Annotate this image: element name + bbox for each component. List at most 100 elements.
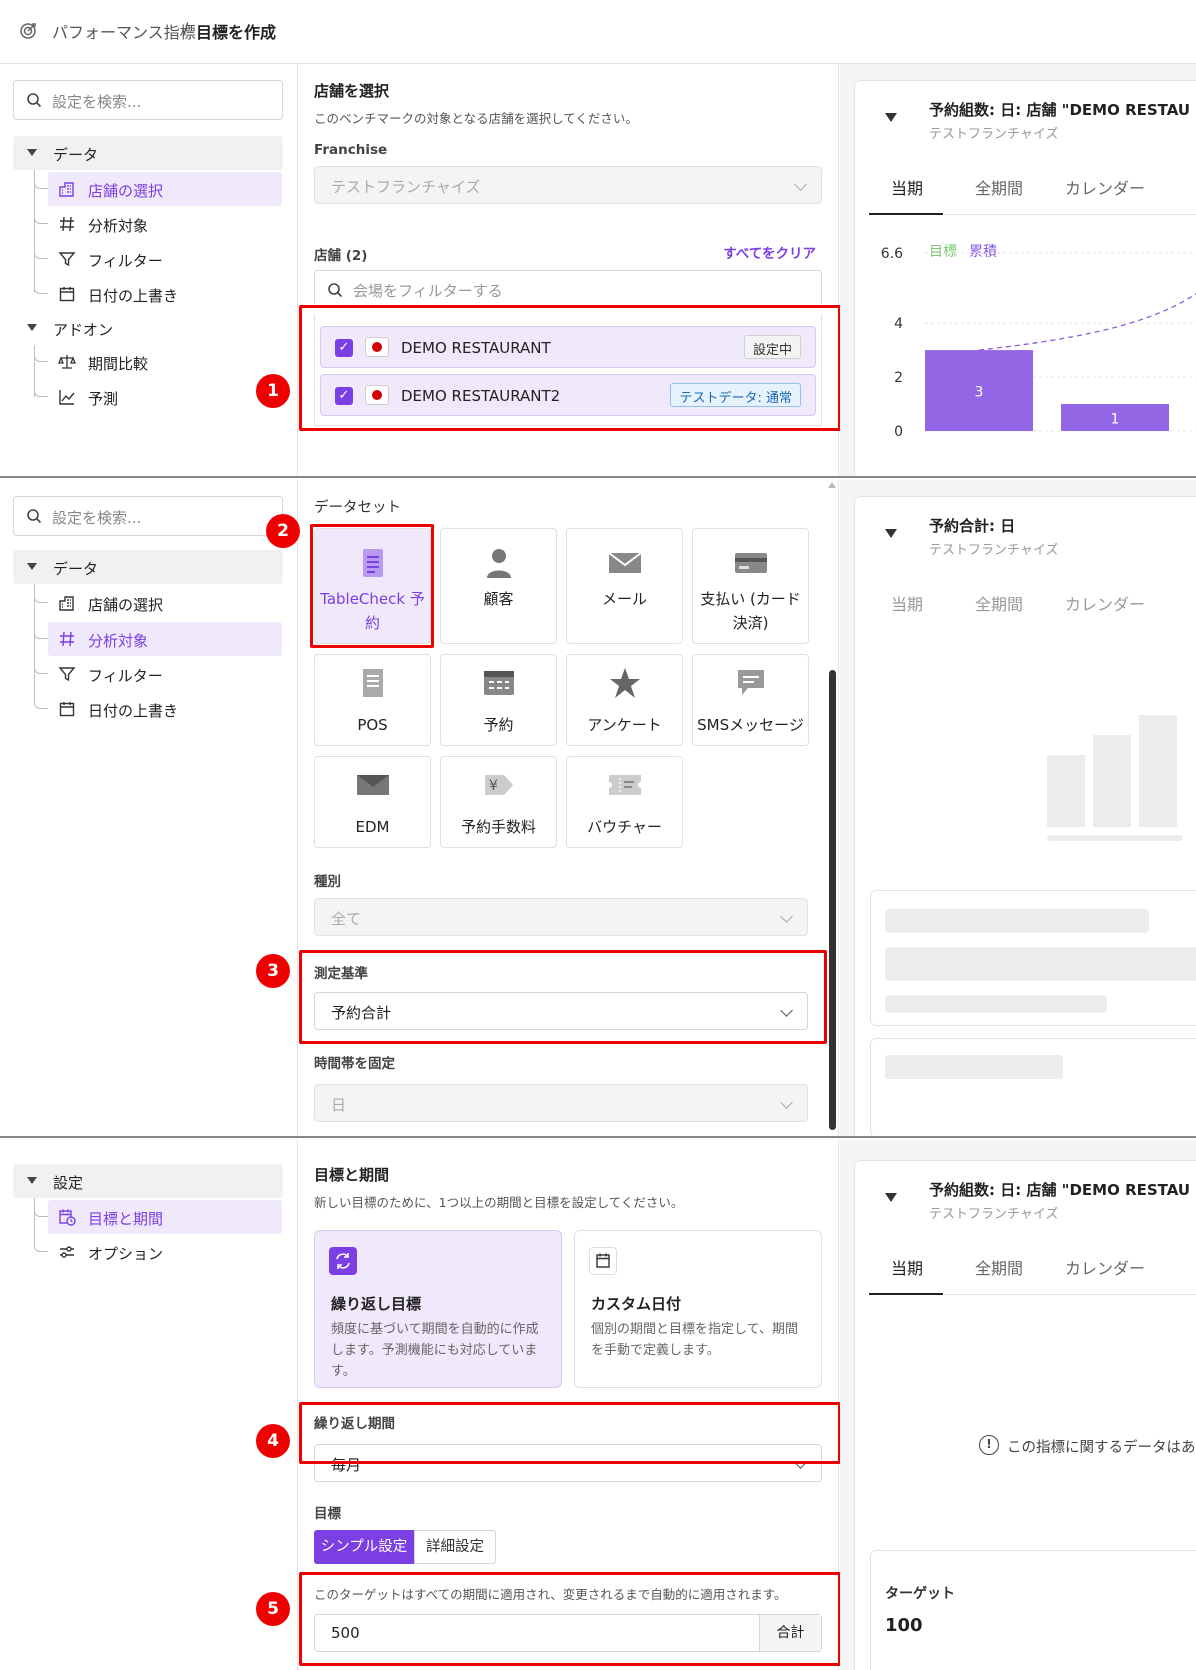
sidebar-item-goal-period[interactable]: 目標と期間 [34, 1200, 282, 1234]
dataset-tile-fee[interactable]: ¥ 予約手数料 [440, 756, 557, 848]
timeframe-label: 時間帯を固定 [314, 1056, 395, 1072]
tile-label: 予約手数料 [460, 818, 536, 836]
tile-label: 顧客 [483, 590, 514, 608]
sidebar-item-store-select[interactable]: 店舗の選択 [34, 172, 282, 206]
caret-down-icon [27, 1177, 37, 1184]
y-tick-label: 0 [894, 424, 903, 440]
line-chart-icon [59, 390, 75, 405]
sidebar-item-forecast[interactable]: 予測 [34, 380, 282, 414]
sidebar: 設定を検索... データ 店舗の選択 分析対象 フィルター 日付の上書き アドオ… [0, 64, 298, 476]
y-tick-label: 4 [894, 316, 903, 332]
section-description: 新しい目標のために、1つ以上の期間と目標を設定してください。 [314, 1195, 684, 1210]
option-card-custom[interactable]: カスタム日付 個別の期間と目標を指定して、期間を手動で定義します。 [574, 1230, 822, 1388]
franchise-value: テストフランチャイズ [331, 178, 481, 196]
tab-calendar[interactable]: カレンダー [1065, 1255, 1145, 1279]
dataset-tile-customer[interactable]: 顧客 [440, 528, 557, 644]
tab-simple-settings[interactable]: シンプル設定 [314, 1530, 414, 1564]
sidebar-item-options[interactable]: オプション [34, 1235, 282, 1269]
sidebar-item-store-select[interactable]: 店舗の選択 [34, 586, 282, 620]
dataset-tile-pos[interactable]: POS [314, 654, 431, 746]
sidebar-group-data[interactable]: データ [13, 136, 283, 170]
dataset-tile-reservation[interactable]: 予約 [440, 654, 557, 746]
dataset-tile-sms[interactable]: SMSメッセージ [692, 654, 809, 746]
timeframe-select[interactable]: 日 [314, 1084, 808, 1122]
clear-all-link[interactable]: すべてをクリア [723, 242, 816, 262]
settings-search-input[interactable]: 設定を検索... [13, 496, 283, 536]
y-tick-label: 2 [894, 370, 903, 386]
tab-calendar[interactable]: カレンダー [1065, 591, 1145, 615]
calendar-clock-icon [59, 1209, 76, 1226]
tab-current[interactable]: 当期 [891, 591, 923, 615]
panel-goal: 設定 目標と期間 オプション 目標と期間 新しい目標のために、1つ以上の期間と目… [0, 1140, 1196, 1670]
dataset-tile-mail[interactable]: メール [566, 528, 683, 644]
search-placeholder: 設定を検索... [52, 93, 142, 111]
price-tag-icon: ¥ [484, 775, 513, 795]
group-label: 設定 [53, 1174, 84, 1192]
sidebar-item-date-override[interactable]: 日付の上書き [34, 692, 282, 726]
preview-panel: 予約合計: 日 テストフランチャイズ 当期 全期間 カレンダー [840, 480, 1196, 1136]
franchise-label: Franchise [314, 142, 388, 158]
bar-label: 1 [1111, 412, 1120, 428]
franchise-select[interactable]: テストフランチャイズ [314, 166, 822, 204]
placeholder-bar [1047, 755, 1085, 827]
sidebar-group-settings[interactable]: 設定 [13, 1164, 283, 1198]
type-value: 全て [331, 910, 362, 928]
repeat-icon [329, 1247, 357, 1275]
item-label: 期間比較 [88, 355, 149, 373]
target-icon [20, 23, 36, 39]
dataset-tile-survey[interactable]: アンケート [566, 654, 683, 746]
caret-down-icon [27, 563, 37, 570]
scrollbar-thumb[interactable] [829, 670, 836, 1130]
dataset-tile-edm[interactable]: EDM [314, 756, 431, 848]
tab-indicator [869, 213, 943, 215]
tab-current[interactable]: 当期 [891, 1255, 923, 1279]
caret-down-icon[interactable] [885, 1193, 897, 1202]
sidebar-item-period-compare[interactable]: 期間比較 [34, 345, 282, 379]
hash-icon [60, 216, 74, 232]
option-title: カスタム日付 [591, 1295, 682, 1313]
filter-placeholder: 会場をフィルターする [353, 282, 503, 300]
tab-calendar[interactable]: カレンダー [1065, 175, 1145, 199]
tab-advanced-settings[interactable]: 詳細設定 [414, 1530, 496, 1564]
calendar-icon [589, 1247, 617, 1275]
sidebar-item-analysis[interactable]: 分析対象 [34, 207, 282, 241]
envelope-icon [356, 775, 389, 795]
preview-panel: 予約組数: 日: 店舗 "DEMO RESTAU テストフランチャイズ 当期 全… [840, 1140, 1196, 1670]
dataset-tile-voucher[interactable]: バウチャー [566, 756, 683, 848]
sidebar: 設定 目標と期間 オプション [0, 1140, 298, 1670]
option-card-recurring[interactable]: 繰り返し目標 頻度に基づいて期間を自動的に作成します。予測機能にも対応しています… [314, 1230, 562, 1388]
target-card-value: 100 [885, 1615, 923, 1636]
breadcrumb-parent[interactable]: パフォーマンス指標 [52, 19, 196, 43]
tab-all[interactable]: 全期間 [975, 1255, 1023, 1279]
search-placeholder: 設定を検索... [52, 509, 142, 527]
section-title: 目標と期間 [314, 1166, 390, 1184]
caret-down-icon[interactable] [885, 529, 897, 538]
sidebar-group-addon[interactable]: アドオン [13, 311, 283, 345]
search-icon [27, 93, 42, 108]
type-select[interactable]: 全て [314, 898, 808, 936]
preview-chart: 6.6 4 2 0 3 1 [881, 246, 1196, 440]
top-bar: パフォーマンス指標 / 目標を作成 [0, 0, 1196, 64]
sidebar-item-filter[interactable]: フィルター [34, 657, 282, 691]
breadcrumb-separator: / [183, 19, 189, 38]
sidebar-item-analysis[interactable]: 分析対象 [34, 622, 282, 656]
section-title: 店舗を選択 [314, 82, 390, 100]
info-icon: ! [979, 1435, 999, 1455]
sidebar: 設定を検索... データ 店舗の選択 分析対象 フィルター 日付の上書き [0, 480, 298, 1136]
dataset-tile-payment[interactable]: 支払い (カード決済) [692, 528, 809, 644]
caret-down-icon[interactable] [885, 113, 897, 122]
sidebar-item-date-override[interactable]: 日付の上書き [34, 277, 282, 311]
sidebar-item-filter[interactable]: フィルター [34, 242, 282, 276]
sidebar-group-data[interactable]: データ [13, 550, 283, 584]
tab-all[interactable]: 全期間 [975, 175, 1023, 199]
scroll-up-icon[interactable] [828, 482, 836, 488]
settings-search-input[interactable]: 設定を検索... [13, 80, 283, 120]
store-filter-input[interactable]: 会場をフィルターする [314, 270, 822, 308]
tab-all[interactable]: 全期間 [975, 591, 1023, 615]
placeholder-bar [1139, 715, 1177, 827]
item-label: フィルター [88, 667, 163, 685]
tab-current[interactable]: 当期 [891, 175, 923, 199]
step-badge-5: 5 [256, 1592, 290, 1626]
building-icon [59, 596, 74, 611]
group-label: データ [53, 560, 99, 578]
